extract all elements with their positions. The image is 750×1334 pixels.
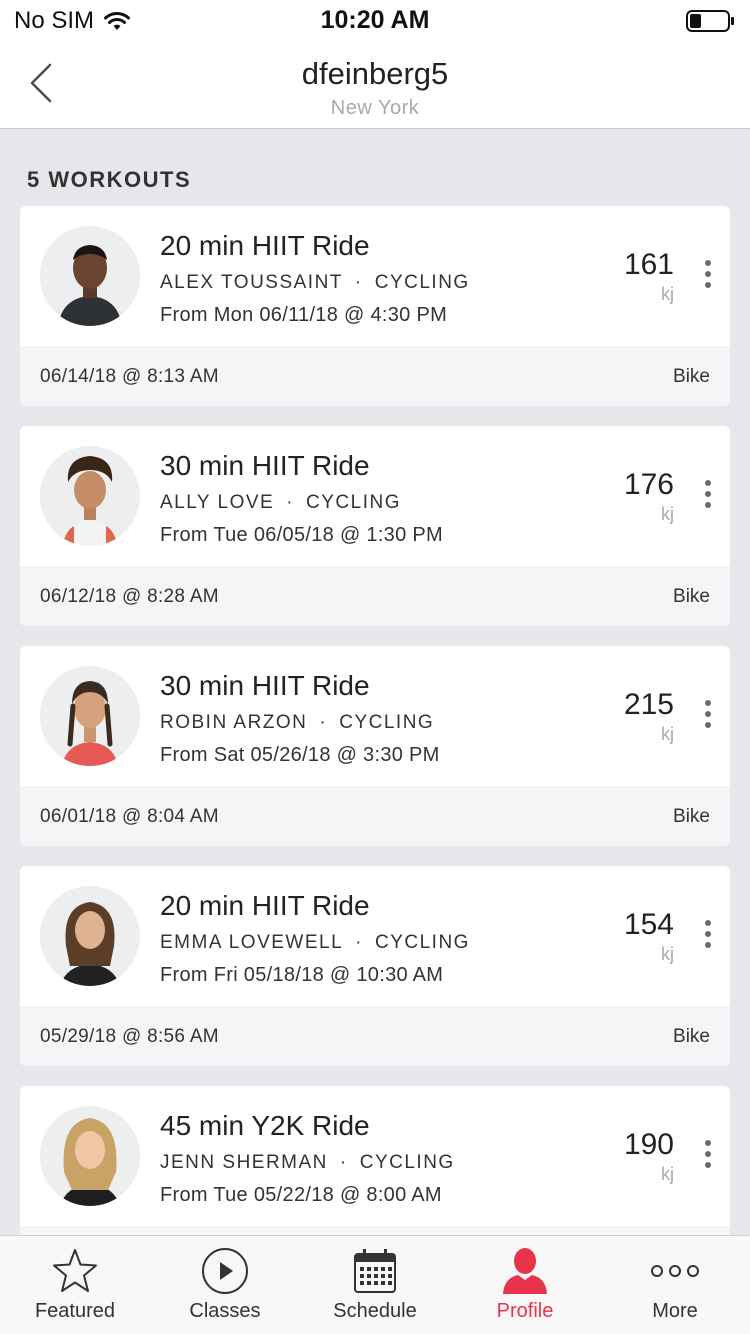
separator-dot: · (319, 712, 328, 733)
workout-date: 06/14/18 @ 8:13 AM (40, 366, 219, 387)
discipline-label: CYCLING (339, 712, 435, 733)
output-unit: kj (661, 1164, 674, 1184)
section-header: 5 WORKOUTS (27, 167, 192, 192)
separator-dot: · (286, 492, 295, 513)
tab-classes[interactable]: Classes (150, 1236, 300, 1334)
device-label: Bike (673, 586, 710, 607)
card-top: 45 min Y2K Ride JENN SHERMAN · CYCLING F… (20, 1086, 730, 1226)
output-unit: kj (661, 944, 674, 964)
instructor-avatar (40, 446, 140, 546)
workout-title: 20 min HIIT Ride (160, 890, 370, 921)
workout-date: 06/01/18 @ 8:04 AM (40, 806, 219, 827)
page-title: dfeinberg5 (301, 56, 449, 91)
more-options-icon[interactable] (696, 1132, 720, 1176)
more-options-icon[interactable] (696, 912, 720, 956)
tab-featured[interactable]: Featured (0, 1236, 150, 1334)
instructor-avatar (40, 666, 140, 766)
workout-meta: ROBIN ARZON · CYCLING (160, 712, 434, 734)
workout-title: 30 min HIIT Ride (160, 450, 370, 481)
workout-title: 20 min HIIT Ride (160, 230, 370, 261)
separator-dot: · (339, 1152, 348, 1173)
instructor-avatar (40, 886, 140, 986)
tab-profile[interactable]: Profile (450, 1236, 600, 1334)
card-top: 20 min HIIT Ride ALEX TOUSSAINT · CYCLIN… (20, 206, 730, 346)
workout-meta: JENN SHERMAN · CYCLING (160, 1152, 455, 1174)
tab-schedule[interactable]: Schedule (300, 1236, 450, 1334)
workout-list: 20 min HIIT Ride ALEX TOUSSAINT · CYCLIN… (20, 206, 730, 1306)
status-time: 10:20 AM (320, 6, 430, 34)
card-footer: 06/01/18 @ 8:04 AM Bike (20, 786, 730, 846)
instructor-avatar (40, 1106, 140, 1206)
class-original-date: From Tue 05/22/18 @ 8:00 AM (160, 1184, 442, 1206)
tab-label: Profile (496, 1300, 554, 1322)
workout-date: 05/29/18 @ 8:56 AM (40, 1026, 219, 1047)
instructor-name: ALLY LOVE (160, 492, 275, 513)
tab-more[interactable]: More (600, 1236, 750, 1334)
separator-dot: · (354, 272, 363, 293)
page-subtitle: New York (330, 97, 420, 119)
workout-meta: ALLY LOVE · CYCLING (160, 492, 401, 514)
card-footer: 06/12/18 @ 8:28 AM Bike (20, 566, 730, 626)
card-top: 30 min HIIT Ride ALLY LOVE · CYCLING Fro… (20, 426, 730, 566)
workout-card[interactable]: 30 min HIIT Ride ALLY LOVE · CYCLING Fro… (20, 426, 730, 626)
output-unit: kj (661, 724, 674, 744)
tab-label: Classes (189, 1300, 261, 1322)
workout-card[interactable]: 20 min HIIT Ride ALEX TOUSSAINT · CYCLIN… (20, 206, 730, 406)
class-original-date: From Fri 05/18/18 @ 10:30 AM (160, 964, 444, 986)
output-value: 190 (623, 1128, 674, 1161)
workout-date: 06/12/18 @ 8:28 AM (40, 586, 219, 607)
card-top: 20 min HIIT Ride EMMA LOVEWELL · CYCLING… (20, 866, 730, 1006)
workout-meta: EMMA LOVEWELL · CYCLING (160, 932, 470, 954)
workout-title: 45 min Y2K Ride (160, 1110, 370, 1141)
status-bar: No SIM 10:20 AM (0, 0, 750, 40)
output-unit: kj (661, 284, 674, 304)
separator-dot: · (355, 932, 363, 953)
more-options-icon[interactable] (696, 692, 720, 736)
class-original-date: From Sat 05/26/18 @ 3:30 PM (160, 744, 440, 766)
instructor-avatar (40, 226, 140, 326)
calendar-icon (354, 1249, 396, 1293)
tab-label: Featured (34, 1300, 116, 1322)
card-footer: 05/29/18 @ 8:56 AM Bike (20, 1006, 730, 1066)
tab-label: More (652, 1300, 698, 1322)
star-icon (53, 1249, 97, 1292)
instructor-name: JENN SHERMAN (160, 1152, 328, 1173)
nav-bar: dfeinberg5 New York (0, 40, 750, 129)
more-options-icon[interactable] (696, 472, 720, 516)
output-value: 161 (623, 248, 674, 281)
discipline-label: CYCLING (374, 272, 470, 293)
workout-card[interactable]: 30 min HIIT Ride ROBIN ARZON · CYCLING F… (20, 646, 730, 846)
workout-meta: ALEX TOUSSAINT · CYCLING (160, 272, 470, 294)
discipline-label: CYCLING (375, 932, 470, 953)
battery-icon (686, 10, 734, 32)
instructor-name: EMMA LOVEWELL (160, 932, 344, 953)
more-options-icon[interactable] (696, 252, 720, 296)
output-value: 215 (623, 688, 674, 721)
workout-title: 30 min HIIT Ride (160, 670, 370, 701)
output-value: 176 (623, 468, 674, 501)
output-value: 154 (623, 908, 674, 941)
person-icon (503, 1248, 547, 1294)
tab-label: Schedule (333, 1300, 417, 1322)
class-original-date: From Mon 06/11/18 @ 4:30 PM (160, 304, 448, 326)
device-label: Bike (673, 806, 710, 827)
device-label: Bike (673, 366, 710, 387)
discipline-label: CYCLING (359, 1152, 455, 1173)
workout-card[interactable]: 20 min HIIT Ride EMMA LOVEWELL · CYCLING… (20, 866, 730, 1066)
card-footer: 06/14/18 @ 8:13 AM Bike (20, 346, 730, 406)
device-label: Bike (673, 1026, 710, 1047)
card-top: 30 min HIIT Ride ROBIN ARZON · CYCLING F… (20, 646, 730, 786)
discipline-label: CYCLING (306, 492, 401, 513)
play-circle-icon (202, 1248, 248, 1294)
instructor-name: ALEX TOUSSAINT (160, 272, 343, 293)
output-unit: kj (661, 504, 674, 524)
tab-bar: Featured Classes Schedule Profile More (0, 1235, 750, 1334)
more-horizontal-icon (651, 1265, 699, 1277)
instructor-name: ROBIN ARZON (160, 712, 308, 733)
class-original-date: From Tue 06/05/18 @ 1:30 PM (160, 524, 443, 546)
